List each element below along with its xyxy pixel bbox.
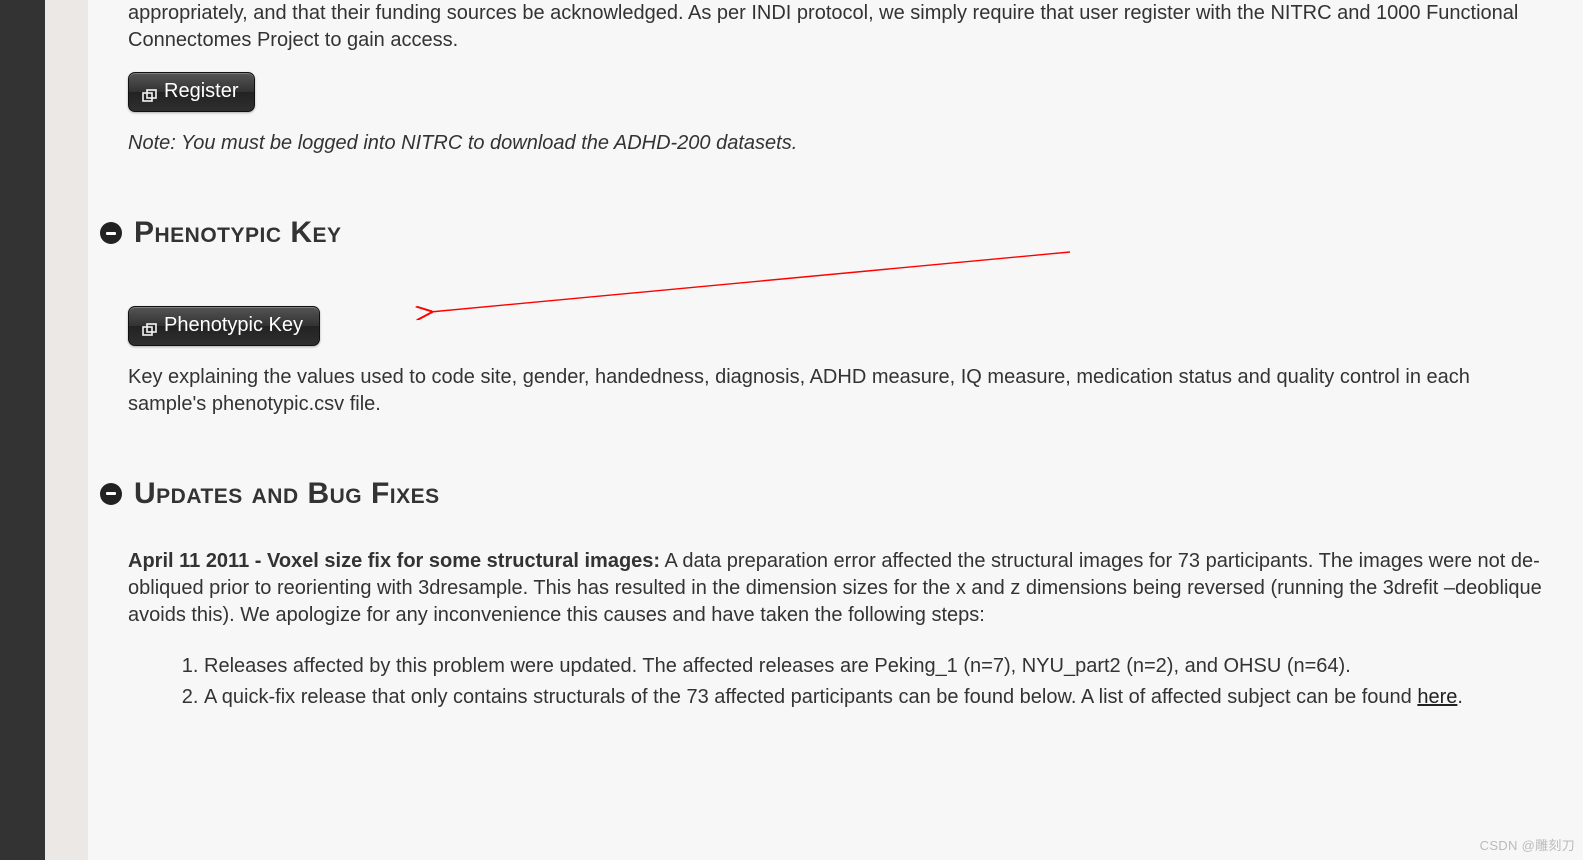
collapse-icon[interactable]	[100, 222, 122, 244]
updates-section-body: April 11 2011 - Voxel size fix for some …	[128, 548, 1543, 711]
section-header-updates: Updates and Bug Fixes	[100, 474, 1543, 515]
updates-heading: Updates and Bug Fixes	[134, 474, 440, 515]
intro-paragraph: appropriately, and that their funding so…	[128, 0, 1543, 54]
list-item: A quick-fix release that only contains s…	[204, 684, 1543, 711]
login-note: Note: You must be logged into NITRC to d…	[128, 130, 1543, 157]
phenotypic-section-body: Phenotypic Key Key explaining the values…	[128, 288, 1543, 418]
updates-list: Releases affected by this problem were u…	[188, 653, 1543, 711]
list-item: Releases affected by this problem were u…	[204, 653, 1543, 680]
here-link[interactable]: here	[1417, 686, 1457, 708]
register-button[interactable]: Register	[128, 72, 255, 112]
register-button-label: Register	[164, 80, 238, 103]
external-link-icon	[142, 85, 157, 98]
phenotypic-heading: Phenotypic Key	[134, 213, 342, 254]
watermark: CSDN @雕刻刀	[1480, 835, 1575, 854]
page-content: appropriately, and that their funding so…	[88, 0, 1583, 860]
update-entry: April 11 2011 - Voxel size fix for some …	[128, 548, 1543, 629]
phenotypic-key-button[interactable]: Phenotypic Key	[128, 306, 320, 346]
collapse-icon[interactable]	[100, 483, 122, 505]
list-item-text: Releases affected by this problem were u…	[204, 655, 1351, 677]
external-link-icon	[142, 319, 157, 332]
update-entry-title: April 11 2011 - Voxel size fix for some …	[128, 550, 660, 572]
section-header-phenotypic: Phenotypic Key	[100, 213, 1543, 254]
phenotypic-key-button-label: Phenotypic Key	[164, 314, 303, 337]
list-item-text: A quick-fix release that only contains s…	[204, 686, 1417, 708]
phenotypic-description: Key explaining the values used to code s…	[128, 364, 1543, 418]
sidebar-strip	[0, 0, 45, 860]
